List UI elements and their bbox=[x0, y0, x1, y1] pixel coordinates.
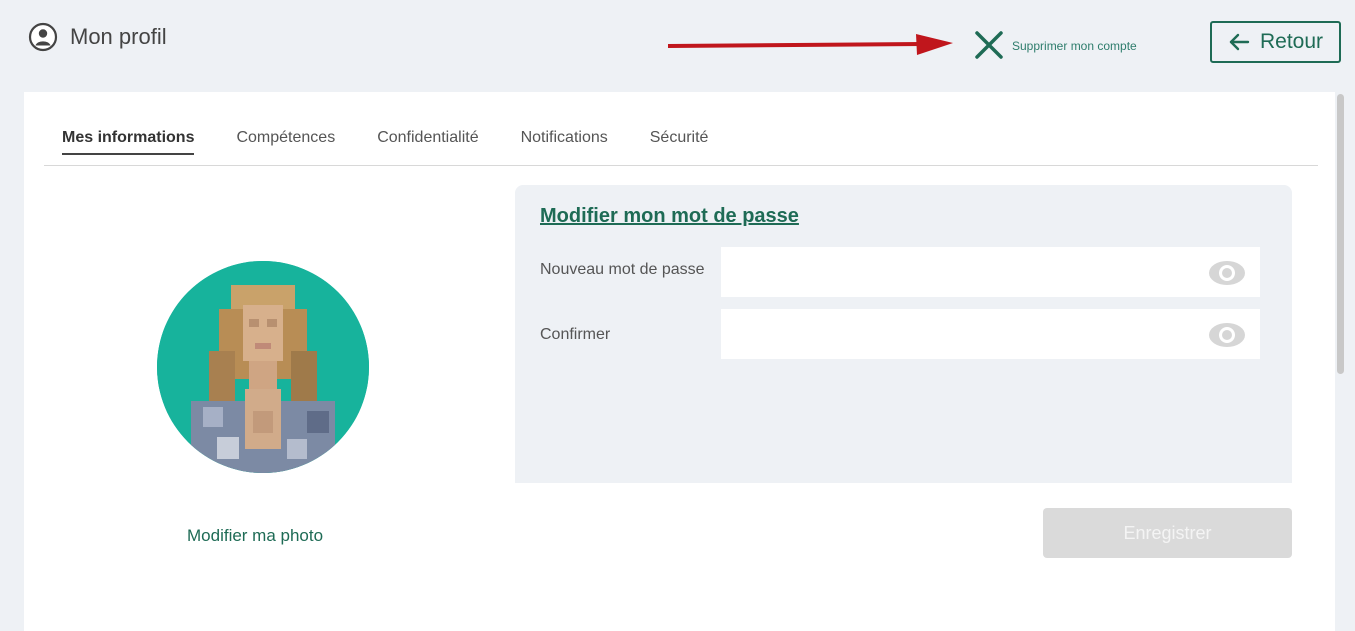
tab-confidentialite[interactable]: Confidentialité bbox=[377, 129, 478, 165]
confirm-password-label: Confirmer bbox=[540, 326, 611, 343]
page-title: Mon profil bbox=[70, 24, 167, 49]
password-panel: Modifier mon mot de passe Nouveau mot de… bbox=[515, 185, 1292, 483]
page-header: Mon profil bbox=[28, 22, 167, 52]
annotation-arrow bbox=[668, 34, 953, 55]
new-password-field[interactable] bbox=[721, 247, 1260, 297]
eye-icon[interactable] bbox=[1208, 322, 1246, 348]
scrollbar-thumb[interactable] bbox=[1337, 94, 1344, 374]
tab-securite[interactable]: Sécurité bbox=[650, 129, 709, 165]
new-password-label: Nouveau mot de passe bbox=[540, 261, 705, 278]
confirm-password-field[interactable] bbox=[721, 309, 1260, 359]
back-button-label: Retour bbox=[1259, 30, 1324, 53]
delete-account-button[interactable]: Supprimer mon compte bbox=[972, 28, 1137, 62]
password-section-title[interactable]: Modifier mon mot de passe bbox=[540, 205, 799, 228]
tab-mes-informations[interactable]: Mes informations bbox=[62, 129, 195, 165]
tab-bar: Mes informations Compétences Confidentia… bbox=[44, 92, 1318, 166]
scrollbar[interactable] bbox=[1336, 92, 1345, 631]
tab-competences[interactable]: Compétences bbox=[236, 129, 335, 165]
avatar bbox=[157, 261, 369, 473]
eye-icon[interactable] bbox=[1208, 260, 1246, 286]
close-icon bbox=[972, 28, 1006, 62]
user-circle-icon bbox=[28, 22, 58, 52]
delete-account-label: Supprimer mon compte bbox=[1012, 39, 1137, 53]
tab-notifications[interactable]: Notifications bbox=[521, 129, 608, 165]
profile-card: Mes informations Compétences Confidentia… bbox=[24, 92, 1335, 631]
save-button[interactable]: Enregistrer bbox=[1043, 508, 1292, 558]
back-button[interactable]: Retour bbox=[1210, 21, 1341, 63]
profile-page: Mon profil Supprimer mon compte Retour M… bbox=[0, 0, 1355, 631]
arrow-left-icon bbox=[1229, 33, 1250, 51]
change-photo-link[interactable]: Modifier ma photo bbox=[187, 526, 323, 546]
